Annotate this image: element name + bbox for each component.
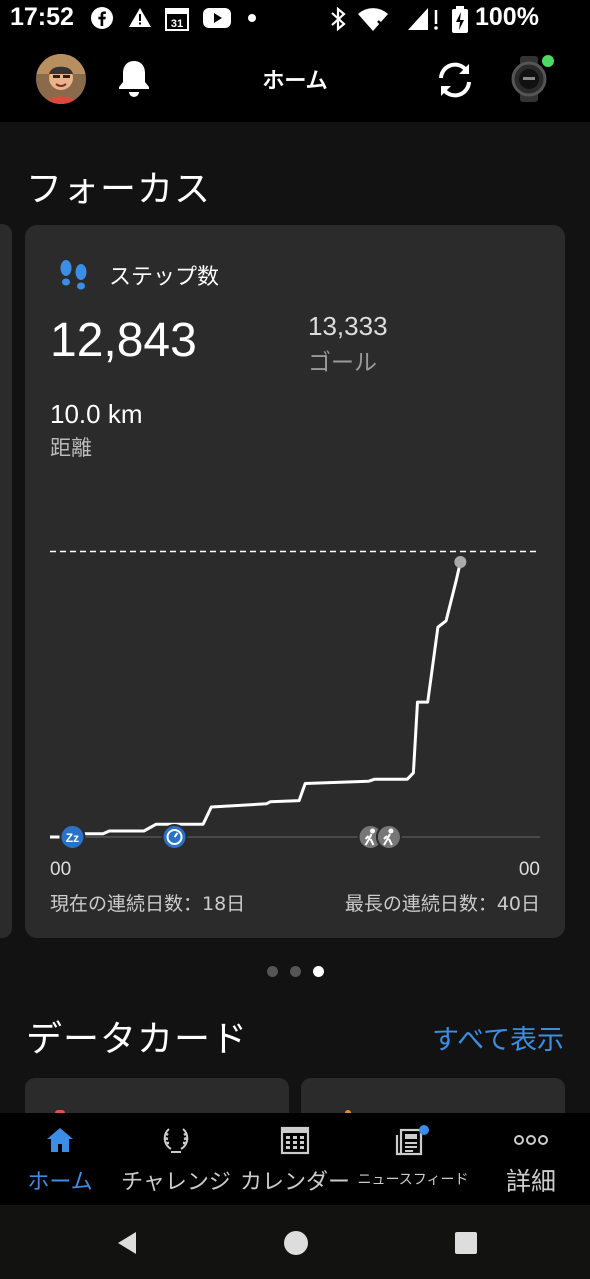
data-card-activity[interactable] <box>301 1078 565 1113</box>
home-icon <box>47 1128 73 1152</box>
nav-calendar[interactable]: カレンダー <box>237 1113 353 1205</box>
sleep-glyph: Zz <box>66 831 79 845</box>
focus-section-title: フォーカス <box>26 169 212 210</box>
nav-label: ホーム <box>27 1170 93 1195</box>
newsfeed-badge <box>419 1125 429 1135</box>
watch-status-dot <box>542 55 554 67</box>
more-icon <box>514 1135 548 1145</box>
calendar-icon: 31 <box>165 8 189 31</box>
carousel-indicator[interactable] <box>0 962 590 981</box>
watch-icon[interactable] <box>506 54 556 104</box>
nav-newsfeed[interactable]: ニュースフィード <box>355 1113 471 1205</box>
data-cards-title: データカード <box>26 1019 249 1060</box>
youtube-icon <box>203 8 231 28</box>
carousel-dot[interactable] <box>312 966 324 977</box>
current-point <box>454 556 467 569</box>
x-axis-end-label: 00 <box>518 859 540 880</box>
back-icon[interactable] <box>114 1229 140 1257</box>
recents-icon[interactable] <box>453 1229 479 1257</box>
footsteps-icon <box>60 260 87 290</box>
main-content[interactable]: フォーカス ステップ数 12,843 13,333 ゴール 10.0 km 距離… <box>0 122 590 1113</box>
goal-label: ゴール <box>308 350 377 376</box>
battery-charging-icon <box>452 6 468 33</box>
nav-home[interactable]: ホーム <box>10 1113 110 1205</box>
steps-count: 12,843 <box>50 314 197 367</box>
newsfeed-icon <box>395 1125 429 1156</box>
nav-label: 詳細 <box>505 1167 556 1196</box>
longest-streak: 最長の連続日数：40日 <box>344 893 540 915</box>
app-header: ホーム <box>0 38 590 122</box>
steps-chart: Zz <box>50 550 540 850</box>
steps-card[interactable]: ステップ数 12,843 13,333 ゴール 10.0 km 距離 Zz 00… <box>25 225 565 938</box>
warning-icon <box>129 8 151 27</box>
status-bar: 17:52 31 100% <box>0 0 590 38</box>
nav-challenges[interactable]: チャレンジ <box>115 1113 237 1205</box>
sync-icon[interactable] <box>433 58 477 102</box>
card-title: ステップ数 <box>109 265 220 290</box>
system-navigation-bar <box>0 1205 590 1279</box>
distance-label: 距離 <box>50 436 92 460</box>
nav-label: ニュースフィード <box>357 1172 469 1188</box>
previous-card-peek[interactable] <box>0 224 12 938</box>
facebook-icon <box>91 7 113 29</box>
nav-label: カレンダー <box>239 1170 350 1195</box>
current-streak: 現在の連続日数：18日 <box>50 893 246 915</box>
steps-line <box>50 561 462 839</box>
page-title: ホーム <box>262 69 328 94</box>
calendar-grid-icon <box>280 1126 310 1155</box>
view-all-link[interactable]: すべて表示 <box>432 1018 564 1057</box>
signal-icon <box>408 8 438 30</box>
walker-head <box>388 828 394 834</box>
dot-icon <box>248 14 256 22</box>
wifi-icon <box>358 8 388 31</box>
laurel-icon <box>163 1128 189 1153</box>
status-time: 17:52 <box>10 3 74 31</box>
nav-more[interactable]: 詳細 <box>475 1113 587 1205</box>
home-circle-icon[interactable] <box>282 1229 310 1257</box>
carousel-dot[interactable] <box>289 966 301 977</box>
distance-value: 10.0 km <box>50 399 143 429</box>
carousel-dot[interactable] <box>266 966 278 977</box>
x-axis-start-label: 00 <box>50 859 72 880</box>
bluetooth-icon <box>331 6 346 32</box>
goal-value: 13,333 <box>308 311 388 341</box>
nav-label: チャレンジ <box>121 1170 231 1195</box>
calendar-day: 31 <box>171 18 183 30</box>
bottom-navigation: ホーム チャレンジ カレンダー ニュースフィード 詳細 <box>0 1113 590 1205</box>
battery-percent: 100% <box>475 3 539 31</box>
walker-head <box>370 828 376 834</box>
data-card-heart[interactable] <box>25 1078 289 1113</box>
